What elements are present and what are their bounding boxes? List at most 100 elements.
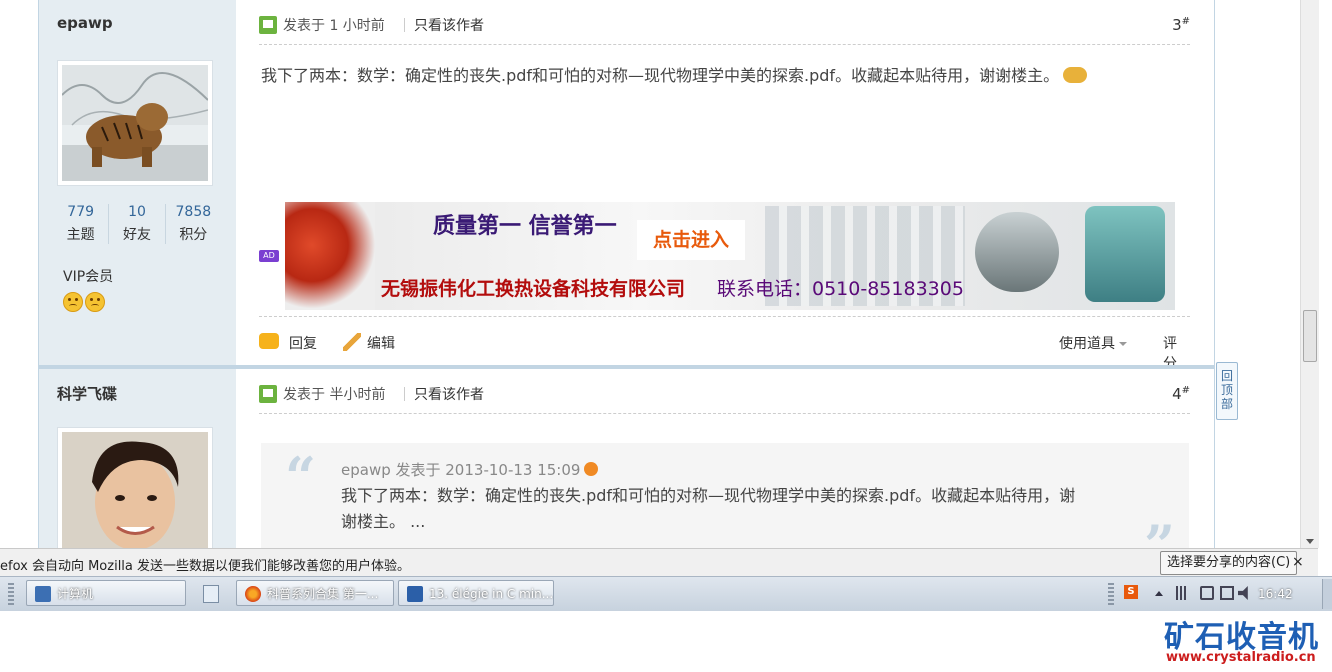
post-time: 发表于 1 小时前 [283,18,385,34]
taskbar-grip[interactable] [8,583,14,605]
author-avatar[interactable] [57,60,213,186]
taskbar-item-computer[interactable]: 计算机 [26,580,186,606]
left-margin [0,0,38,548]
stat-threads[interactable]: 779 主题 [53,204,110,244]
firefox-data-notification: efox 会自动向 Mozilla 发送一些数据以便我们能够改善您的用户体验。 … [0,548,1318,577]
smiley-icon [85,292,105,312]
notepad-icon[interactable] [203,585,219,603]
scroll-down-arrow-icon[interactable] [1306,539,1314,544]
ad-badge: AD [259,250,279,262]
pencil-icon[interactable] [343,333,361,351]
floor-sign: # [1181,16,1190,27]
ad-tank-image [975,212,1059,292]
open-quote-icon: “ [285,445,317,509]
quote-text: 我下了两本：数学：确定性的丧失.pdf和可怕的对称—现代物理学中美的探索.pdf… [341,486,1076,531]
post-floor-3: epawp 779 主题 10 好友 7858 积分 VIP会员 发表于 1 小… [38,0,1215,372]
chevron-down-icon [1119,342,1127,346]
network-icon[interactable] [1220,586,1234,600]
ad-graphic [285,202,375,310]
stat-value: 779 [67,204,95,220]
use-tools-label: 使用道具 [1059,336,1115,352]
floor-number[interactable]: 3# [1172,16,1190,34]
close-icon[interactable]: × [1292,554,1304,570]
scrollbar-thumb[interactable] [1303,310,1317,362]
quote-block: “ epawp 发表于 2013-10-13 15:09 我下了两本：数学：确定… [261,443,1189,548]
back-to-top-button[interactable]: 回顶部 [1216,362,1238,420]
go-to-post-icon[interactable] [584,462,599,476]
author-stats: 779 主题 10 好友 7858 积分 [53,204,221,244]
usb-device-icon[interactable] [1200,586,1214,600]
stat-friends[interactable]: 10 好友 [109,204,166,244]
taskbar-label: 计算机 [57,587,94,601]
stat-points[interactable]: 7858 积分 [166,204,221,244]
floor-value: 4 [1172,385,1182,403]
post-body: 发表于 半小时前 只看该作者 4# “ epawp 发表于 2013-10-13… [237,369,1214,548]
ad-phone: 联系电话：0510-85183305 [717,278,964,300]
stat-value: 7858 [175,204,212,220]
only-author-link[interactable]: 只看该作者 [414,384,484,404]
post-content: 我下了两本：数学：确定性的丧失.pdf和可怕的对称—现代物理学中美的探索.pdf… [261,64,1141,88]
stat-label: 主题 [66,227,95,243]
floor-number[interactable]: 4# [1172,385,1190,403]
stat-label: 积分 [179,227,208,243]
rank-icons [63,292,105,312]
online-status-icon [259,16,277,34]
post-body: 发表于 1 小时前 只看该作者 3# 我下了两本：数学：确定性的丧失.pdf和可… [237,0,1214,372]
reply-button[interactable]: 回复 [289,333,317,353]
firefox-icon [245,586,261,602]
ad-banner[interactable]: 质量第一 信誉第一 点击进入 无锡振伟化工换热设备科技有限公司 联系电话：051… [285,202,1175,310]
show-desktop-button[interactable] [1322,579,1332,609]
taskbar-label: 科普系列合集 第一... [267,587,379,601]
post-text: 我下了两本：数学：确定性的丧失.pdf和可怕的对称—现代物理学中美的探索.pdf… [261,66,1060,85]
close-quote-icon: ” [1143,513,1175,548]
vertical-scrollbar[interactable] [1300,0,1319,548]
forum-page: epawp 779 主题 10 好友 7858 积分 VIP会员 发表于 1 小… [0,0,1300,548]
post-time: 发表于 半小时前 [283,387,386,403]
stat-label: 好友 [122,227,151,243]
handshake-emoji-icon [1063,67,1088,83]
floor-value: 3 [1172,16,1182,34]
author-name[interactable]: 科学飞碟 [57,383,117,404]
ad-enter-button[interactable]: 点击进入 [637,220,745,260]
online-status-icon [259,385,277,403]
tray-expand-icon[interactable] [1155,591,1163,596]
author-avatar[interactable] [57,427,213,548]
author-sidebar: epawp 779 主题 10 好友 7858 积分 VIP会员 [39,0,236,365]
choose-share-button[interactable]: 选择要分享的内容(C) [1160,551,1298,575]
sogou-ime-icon[interactable]: S [1124,585,1138,599]
taskbar-item-firefox[interactable]: 科普系列合集 第一... [236,580,394,606]
notification-text: efox 会自动向 Mozilla 发送一些数据以便我们能够改善您的用户体验。 [0,559,411,574]
volume-icon[interactable] [1238,586,1248,600]
ad-tank-image [1085,206,1165,302]
reply-icon[interactable] [259,333,279,349]
user-rank[interactable]: VIP会员 [63,266,113,286]
only-author-link[interactable]: 只看该作者 [414,15,484,35]
taskbar-label: 13. élégie in C min... [429,587,554,601]
portrait-avatar-image [62,432,208,548]
quote-header: epawp 发表于 2013-10-13 15:09 [341,459,599,480]
edit-button[interactable]: 编辑 [367,333,395,353]
stat-value: 10 [128,204,146,220]
post-actions: 回复 编辑 使用道具 评分 [259,316,1190,372]
signal-icon[interactable] [1176,586,1190,600]
tiger-avatar-image [61,65,209,181]
divider [404,387,405,401]
watermark-url: www.crystalradio.cn [1166,650,1316,665]
divider [404,18,405,32]
author-name[interactable]: epawp [57,14,113,32]
post-header: 发表于 半小时前 只看该作者 4# [259,379,1190,414]
film-icon [407,586,423,602]
post-header: 发表于 1 小时前 只看该作者 3# [259,10,1190,45]
tray-grip[interactable] [1108,583,1114,605]
ad-slogan: 质量第一 信誉第一 [433,214,617,239]
author-sidebar: 科学飞碟 [39,369,236,548]
floor-sign: # [1181,385,1190,396]
clock-time[interactable]: 16:42 [1258,587,1293,601]
ad-company: 无锡振伟化工换热设备科技有限公司 [381,278,686,300]
windows-taskbar: 计算机 科普系列合集 第一... 13. élégie in C min... … [0,576,1332,611]
use-tools-menu[interactable]: 使用道具 [1059,333,1127,353]
smiley-icon [63,292,83,312]
computer-icon [35,586,51,602]
taskbar-item-media[interactable]: 13. élégie in C min... [398,580,554,606]
quote-author-time: epawp 发表于 2013-10-13 15:09 [341,461,581,479]
